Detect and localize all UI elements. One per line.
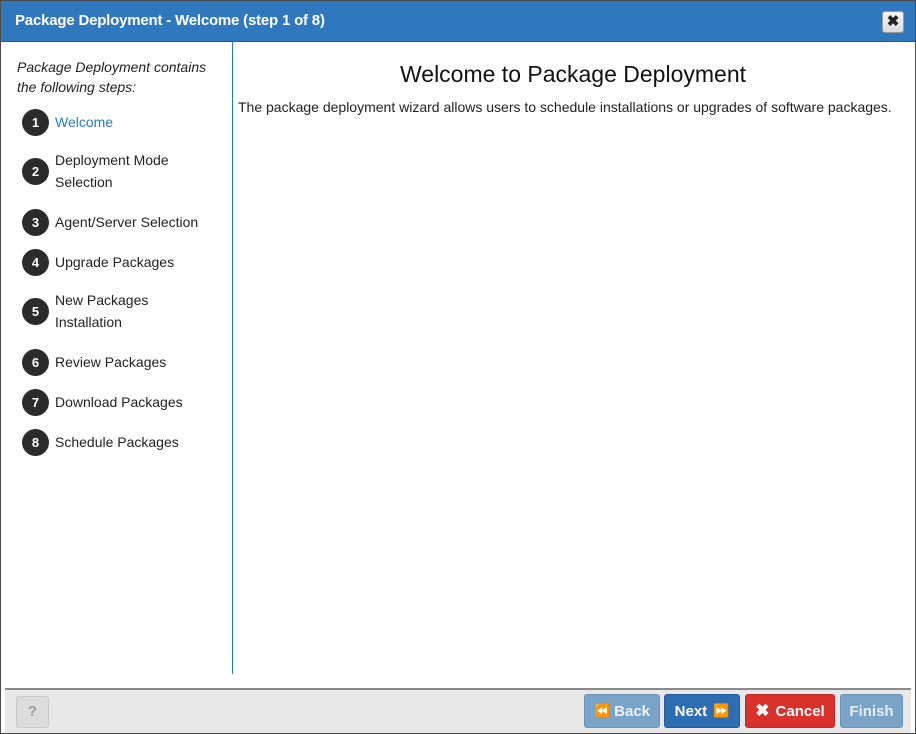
steps-sidebar: Package Deployment contains the followin… [5,41,233,674]
page-description: The package deployment wizard allows use… [238,99,892,115]
step-number-badge: 2 [22,157,49,185]
step-number-badge: 8 [22,428,49,456]
back-label: Back [614,702,651,720]
finish-button[interactable]: Finish [840,694,903,728]
next-label: Next [674,702,708,720]
step-number-badge: 3 [22,208,49,236]
help-icon: ? [27,703,38,720]
finish-label: Finish [849,702,894,720]
step-label: Review Packages [55,354,167,370]
window-title: Package Deployment - Welcome (step 1 of … [15,12,325,29]
wizard-window: Package Deployment - Welcome (step 1 of … [0,0,916,734]
next-button[interactable]: Next ⏩ [664,694,740,728]
step-number-badge: 6 [22,348,49,376]
back-button[interactable]: ⏪ Back [584,694,660,728]
step-welcome[interactable]: 1 Welcome [22,107,227,137]
step-upgrade-packages[interactable]: 4 Upgrade Packages [22,247,227,277]
sidebar-intro: Package Deployment contains the followin… [17,59,207,95]
title-bar: Package Deployment - Welcome (step 1 of … [1,1,915,42]
step-label: Agent/Server Selection [55,214,199,230]
x-icon: ✖ [755,701,770,720]
cancel-button[interactable]: ✖ Cancel [745,694,835,728]
step-label: Schedule Packages [55,434,179,450]
step-agent-server-selection[interactable]: 3 Agent/Server Selection [22,207,227,237]
step-download-packages[interactable]: 7 Download Packages [22,387,227,417]
rewind-icon: ⏪ [593,703,611,718]
step-deployment-mode-selection[interactable]: 2 Deployment Mode Selection [22,149,227,193]
step-label: Upgrade Packages [55,254,175,270]
step-review-packages[interactable]: 6 Review Packages [22,347,227,377]
step-number-badge: 7 [22,388,49,416]
step-number-badge: 4 [22,248,49,276]
step-label: Download Packages [55,394,183,410]
step-schedule-packages[interactable]: 8 Schedule Packages [22,427,227,457]
cancel-label: Cancel [775,702,825,720]
fast-forward-icon: ⏩ [713,703,730,718]
page-title: Welcome to Package Deployment [399,61,747,87]
step-label: New Packages Installation [55,292,149,330]
button-bar: ? ⏪ Back Next ⏩ ✖ Cancel Finish [5,688,911,733]
content-panel: Welcome to Package Deployment The packag… [233,41,915,674]
step-number-badge: 5 [22,297,49,325]
step-new-packages-installation[interactable]: 5 New Packages Installation [22,289,227,333]
close-button[interactable]: ✖ [882,11,904,33]
step-number-badge: 1 [22,108,49,136]
step-label: Deployment Mode Selection [55,152,169,190]
step-label: Welcome [55,114,114,130]
close-icon: ✖ [886,13,900,30]
help-button[interactable]: ? [16,696,49,728]
